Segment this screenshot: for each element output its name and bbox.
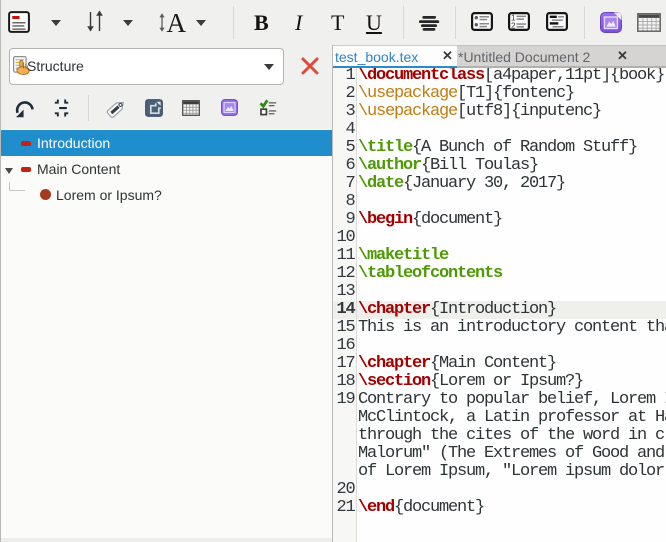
svg-text:A: A — [167, 11, 187, 34]
svg-text:2: 2 — [511, 21, 516, 30]
